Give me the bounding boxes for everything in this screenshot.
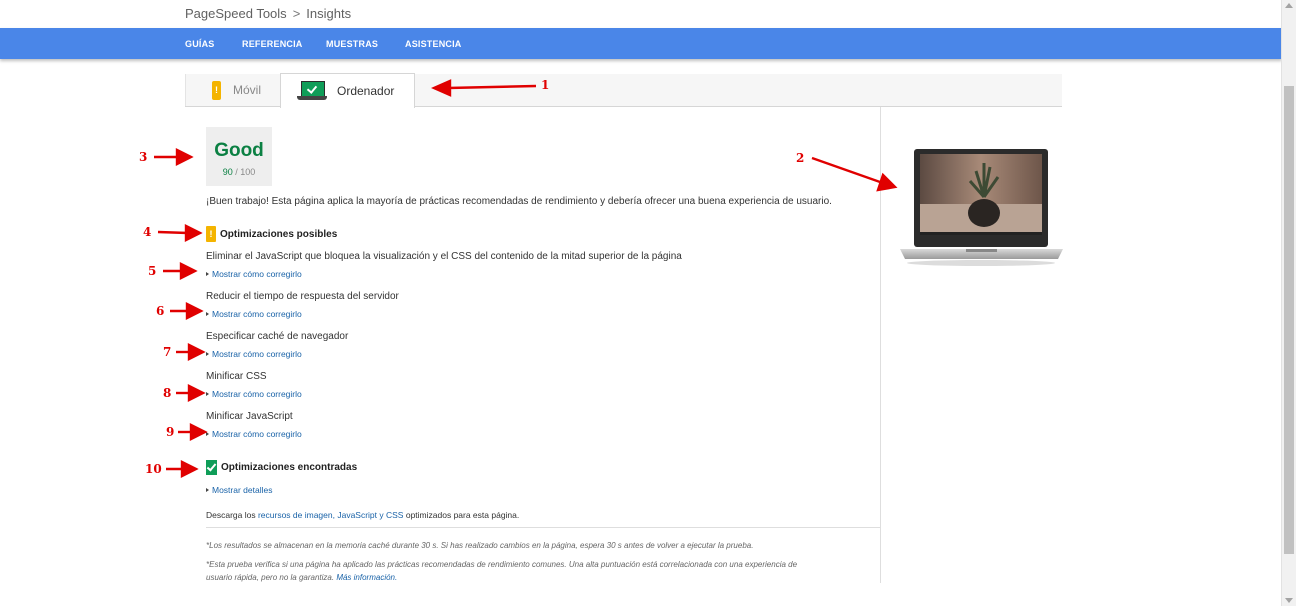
possible-optimizations-heading: Optimizaciones posibles: [206, 226, 337, 242]
check-icon: [206, 460, 217, 475]
desktop-check-icon: [297, 81, 327, 101]
annotation-1: 1: [541, 78, 550, 92]
score-label: Good: [214, 140, 264, 161]
rule-title: Reducir el tiempo de respuesta del servi…: [206, 291, 399, 302]
download-resources-link[interactable]: recursos de imagen, JavaScript y CSS: [258, 510, 404, 520]
annotation-9: 9: [166, 425, 175, 439]
download-text: Descarga los recursos de imagen, JavaScr…: [206, 510, 520, 520]
show-fix-link[interactable]: Mostrar cómo corregirlo: [206, 309, 302, 319]
scrollbar-thumb[interactable]: [1284, 86, 1294, 554]
nav-asistencia[interactable]: ASISTENCIA: [405, 39, 462, 49]
rule-title: Especificar caché de navegador: [206, 331, 349, 342]
annotation-5: 5: [148, 264, 157, 278]
more-info-link[interactable]: Más información.: [336, 573, 397, 582]
show-details-link[interactable]: Mostrar detalles: [206, 485, 272, 495]
annotation-4: 4: [143, 225, 152, 239]
show-fix-link[interactable]: Mostrar cómo corregirlo: [206, 269, 302, 279]
chevron-right-icon: >: [292, 6, 301, 21]
nav-referencia[interactable]: REFERENCIA: [242, 39, 303, 49]
found-optimizations-heading: Optimizaciones encontradas: [206, 460, 357, 475]
annotation-2: 2: [796, 151, 805, 165]
summary-text: ¡Buen trabajo! Esta página aplica la may…: [206, 196, 832, 207]
warning-icon: [206, 226, 216, 242]
divider: [206, 527, 880, 528]
column-divider: [880, 107, 881, 583]
expand-triangle-icon: [206, 272, 209, 276]
breadcrumb-root[interactable]: PageSpeed Tools: [185, 6, 287, 21]
device-tabs: Móvil Ordenador: [185, 73, 1062, 108]
nav-muestras[interactable]: MUESTRAS: [326, 39, 378, 49]
expand-triangle-icon: [206, 392, 209, 396]
scrollbar[interactable]: [1281, 0, 1296, 606]
desktop-preview-image: [900, 149, 1063, 266]
tab-ordenador[interactable]: Ordenador: [280, 73, 415, 108]
mobile-warning-icon: [212, 80, 221, 100]
annotation-8: 8: [163, 386, 172, 400]
annotation-7: 7: [163, 345, 172, 359]
rule-title: Eliminar el JavaScript que bloquea la vi…: [206, 251, 682, 262]
check-note: *Esta prueba verifica si una página ha a…: [206, 560, 798, 582]
rule-title: Minificar JavaScript: [206, 411, 293, 422]
show-fix-link[interactable]: Mostrar cómo corregirlo: [206, 429, 302, 439]
expand-triangle-icon: [206, 312, 209, 316]
annotation-3: 3: [139, 150, 148, 164]
scroll-down-icon[interactable]: [1285, 598, 1293, 603]
expand-triangle-icon: [206, 432, 209, 436]
annotation-6: 6: [156, 304, 165, 318]
expand-triangle-icon: [206, 488, 209, 492]
score-box: Good 90 / 100: [206, 127, 272, 186]
nav-guias[interactable]: GUÍAS: [185, 39, 215, 49]
scroll-up-icon[interactable]: [1285, 3, 1293, 8]
score-value: 90 / 100: [222, 167, 256, 177]
nav-bar: GUÍAS REFERENCIA MUESTRAS ASISTENCIA: [0, 28, 1282, 59]
tab-movil[interactable]: Móvil: [185, 74, 281, 106]
annotation-10: 10: [145, 462, 162, 476]
cache-note: *Los resultados se almacenan en la memor…: [206, 541, 754, 550]
tab-ordenador-label: Ordenador: [337, 84, 395, 98]
show-fix-link[interactable]: Mostrar cómo corregirlo: [206, 389, 302, 399]
rule-title: Minificar CSS: [206, 371, 267, 382]
breadcrumb: PageSpeed Tools > Insights: [185, 6, 351, 21]
breadcrumb-current[interactable]: Insights: [306, 6, 351, 21]
top-header: PageSpeed Tools > Insights: [0, 0, 1282, 28]
tab-movil-label: Móvil: [233, 83, 262, 97]
show-fix-link[interactable]: Mostrar cómo corregirlo: [206, 349, 302, 359]
expand-triangle-icon: [206, 352, 209, 356]
